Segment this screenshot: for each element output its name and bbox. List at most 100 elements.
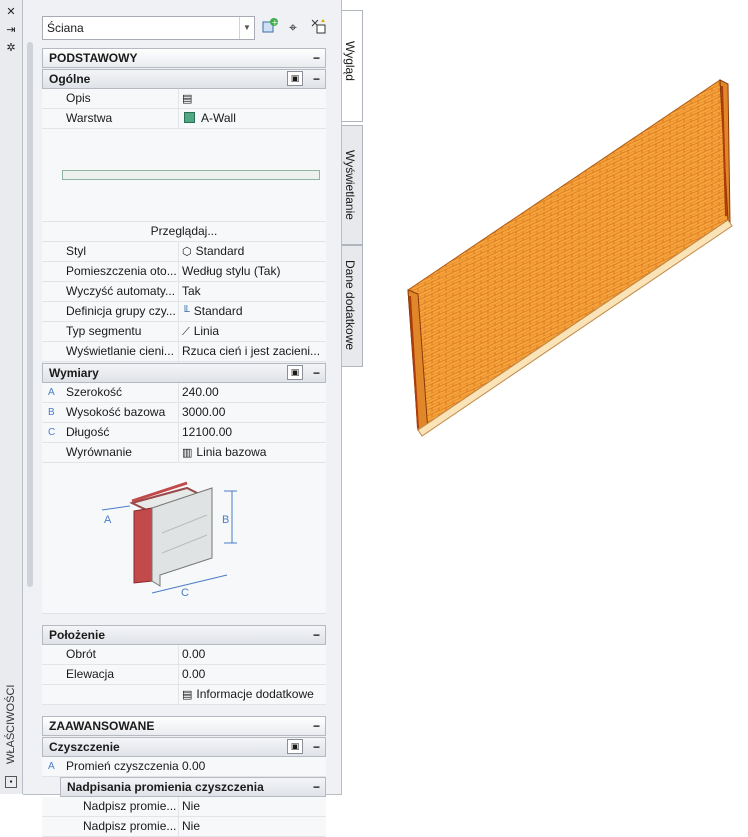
scrollbar[interactable]: [27, 42, 33, 587]
wall-3d-view[interactable]: [390, 70, 740, 440]
property-row-cleanup-radius[interactable]: A Promień czyszczenia 0.00: [42, 757, 326, 777]
quick-select-filter-icon[interactable]: [308, 17, 328, 37]
category-dimensions-label: Wymiary: [49, 366, 99, 380]
property-row-rooms[interactable]: Pomieszczenia oto... Według stylu (Tak): [42, 262, 326, 282]
help-icon[interactable]: ▣: [287, 365, 303, 380]
property-label: Promień czyszczenia: [66, 759, 179, 773]
width-value[interactable]: 240.00: [182, 383, 324, 402]
collapse-icon[interactable]: −: [313, 738, 320, 756]
shadow-value[interactable]: Rzuca cień i jest zacieni...: [182, 342, 324, 361]
collapse-icon[interactable]: −: [313, 70, 320, 88]
property-row-shadow[interactable]: Wyświetlanie cieni... Rzuca cień i jest …: [42, 342, 326, 362]
rooms-value[interactable]: Według stylu (Tak): [182, 262, 324, 281]
property-row-width[interactable]: A Szerokość 240.00: [42, 383, 326, 403]
property-label: Wyświetlanie cieni...: [66, 344, 174, 358]
section-advanced[interactable]: ZAAWANSOWANE −: [42, 716, 326, 736]
info-table-icon: ▤: [182, 689, 193, 701]
tab-display-label: Wyświetlanie: [343, 150, 357, 220]
subcategory-label: Nadpisania promienia czyszczenia: [67, 780, 264, 794]
property-row-rotation[interactable]: Obrót 0.00: [42, 645, 326, 665]
property-row-additional-info[interactable]: ▤ Informacje dodatkowe: [42, 685, 326, 705]
add-selection-icon[interactable]: +: [260, 17, 280, 37]
layer-color-icon: [184, 112, 195, 123]
tab-extended-data-label: Dane dodatkowe: [343, 260, 357, 351]
collapse-icon[interactable]: −: [313, 717, 320, 735]
tab-extended-data[interactable]: Dane dodatkowe: [342, 245, 363, 367]
subcategory-radius-overrides[interactable]: Nadpisania promienia czyszczenia −: [60, 777, 326, 797]
property-label: Warstwa: [66, 111, 113, 125]
property-row-style[interactable]: Styl ⬡ Standard: [42, 242, 326, 262]
section-basic[interactable]: PODSTAWOWY −: [42, 48, 326, 68]
property-label: Definicja grupy czy...: [66, 304, 176, 318]
dimension-letter: C: [48, 427, 56, 438]
property-row-elevation[interactable]: Elewacja 0.00: [42, 665, 326, 685]
category-cleanup-label: Czyszczenie: [49, 740, 120, 754]
property-row-layer[interactable]: Warstwa A-Wall: [42, 109, 326, 129]
chevron-down-icon[interactable]: ▼: [239, 17, 254, 39]
property-label: Styl: [66, 244, 87, 258]
property-row-justify[interactable]: Wyrównanie ▥ Linia bazowa: [42, 443, 326, 463]
help-icon[interactable]: ▣: [287, 739, 303, 754]
palette-title-bar: ✕ ⇥ ✲ WŁAŚCIWOŚCI ▪: [0, 0, 23, 794]
description-value[interactable]: ▤: [182, 89, 324, 109]
rotation-value[interactable]: 0.00: [182, 645, 324, 664]
dimension-letter: A: [48, 387, 55, 398]
quick-select-icon[interactable]: ▪: [5, 776, 17, 788]
cleanup-radius-value[interactable]: 0.00: [182, 757, 324, 776]
style-preview: [42, 129, 326, 222]
browse-link[interactable]: Przeglądaj...: [42, 222, 326, 242]
collapse-icon[interactable]: −: [313, 364, 320, 382]
category-location[interactable]: Położenie −: [42, 625, 326, 645]
help-icon[interactable]: ▣: [287, 71, 303, 86]
property-label: Wyrównanie: [66, 445, 132, 459]
property-row-override-2[interactable]: Nadpisz promie... Nie: [42, 817, 326, 837]
property-label: Elewacja: [66, 667, 115, 681]
category-cleanup[interactable]: Czyszczenie ▣ −: [42, 737, 326, 757]
diagram-label-b: B: [222, 514, 229, 526]
base-height-value[interactable]: 3000.00: [182, 403, 324, 422]
property-row-cleanup[interactable]: Wyczyść automaty... Tak: [42, 282, 326, 302]
category-general[interactable]: Ogólne ▣ −: [42, 69, 326, 89]
override-1-value[interactable]: Nie: [182, 797, 324, 816]
property-list: PODSTAWOWY − Ogólne ▣ − Opis ▤ Warstwa A…: [42, 47, 326, 837]
autohide-icon[interactable]: ⇥: [5, 24, 17, 36]
wall-diagram-illustration: A B C: [101, 481, 237, 599]
justify-icon: ▥: [182, 447, 193, 459]
property-row-description[interactable]: Opis ▤: [42, 89, 326, 109]
collapse-icon[interactable]: −: [313, 49, 320, 67]
category-location-label: Położenie: [49, 628, 106, 642]
text-editor-icon[interactable]: ▤: [182, 90, 192, 109]
wall-preview-bar: [62, 170, 320, 180]
brick-wall-model[interactable]: [390, 70, 740, 440]
tab-appearance[interactable]: Wygląd: [342, 10, 363, 122]
tab-display[interactable]: Wyświetlanie: [342, 125, 363, 245]
close-icon[interactable]: ✕: [5, 6, 17, 18]
wall-dimension-diagram: A B C: [42, 463, 326, 614]
dimension-letter: B: [48, 407, 55, 418]
override-2-value[interactable]: Nie: [182, 817, 324, 836]
property-row-cleanup-group[interactable]: Definicja grupy czy... ╙ Standard: [42, 302, 326, 322]
properties-icon[interactable]: ✲: [5, 42, 17, 54]
cleanup-value[interactable]: Tak: [182, 282, 324, 301]
elevation-value[interactable]: 0.00: [182, 665, 324, 684]
dimension-letter: A: [48, 761, 55, 772]
properties-palette: Ściana ▼ + ⌖ PODSTAWOWY − Ogólne ▣ − Opi…: [23, 0, 342, 837]
length-value[interactable]: 12100.00: [182, 423, 324, 442]
property-label: Wyczyść automaty...: [66, 284, 176, 298]
property-row-override-1[interactable]: Nadpisz promie... Nie: [42, 797, 326, 817]
property-row-segment-type[interactable]: Typ segmentu ⟋ Linia: [42, 322, 326, 342]
select-objects-icon[interactable]: ⌖: [283, 17, 303, 37]
property-label: Obrót: [66, 647, 97, 661]
tab-appearance-label: Wygląd: [343, 41, 357, 81]
collapse-icon[interactable]: −: [313, 626, 320, 644]
property-row-length[interactable]: C Długość 12100.00: [42, 423, 326, 443]
wall-style-icon: ⬡: [182, 246, 192, 258]
additional-info-link[interactable]: ▤ Informacje dodatkowe: [182, 685, 324, 705]
layer-value[interactable]: A-Wall: [182, 109, 324, 128]
line-segment-icon: ⟋: [182, 326, 190, 338]
category-dimensions[interactable]: Wymiary ▣ −: [42, 363, 326, 383]
collapse-icon[interactable]: −: [313, 778, 320, 796]
property-row-base-height[interactable]: B Wysokość bazowa 3000.00: [42, 403, 326, 423]
object-type-select[interactable]: Ściana ▼: [42, 16, 255, 40]
property-label: Wysokość bazowa: [66, 405, 166, 419]
